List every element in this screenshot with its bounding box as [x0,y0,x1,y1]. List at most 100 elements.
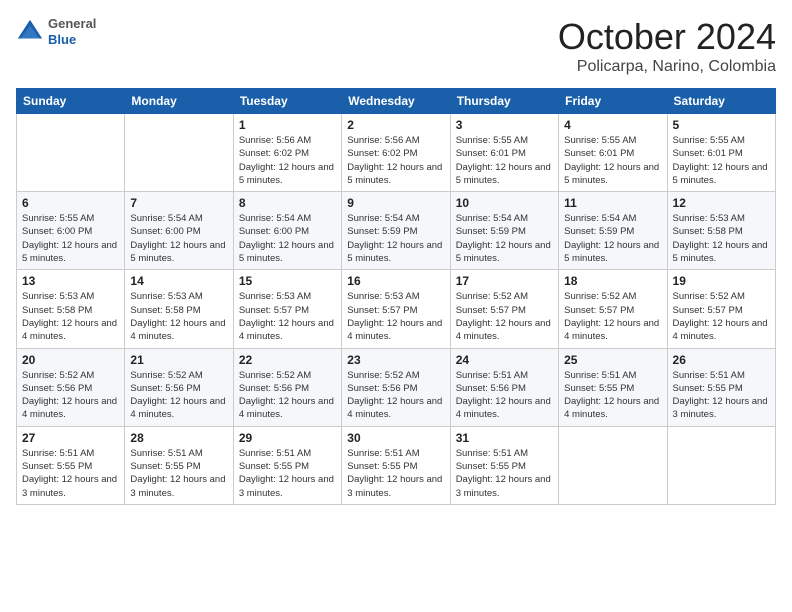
day-cell-3-0: 20 Sunrise: 5:52 AM Sunset: 5:56 PM Dayli… [17,348,125,426]
day-info: Sunrise: 5:54 AM Sunset: 6:00 PM Dayligh… [130,212,227,265]
day-number: 12 [673,196,770,210]
day-info: Sunrise: 5:51 AM Sunset: 5:55 PM Dayligh… [564,369,661,422]
day-cell-2-0: 13 Sunrise: 5:53 AM Sunset: 5:58 PM Dayli… [17,270,125,348]
day-info: Sunrise: 5:54 AM Sunset: 6:00 PM Dayligh… [239,212,336,265]
day-cell-4-4: 31Sunrise: 5:51 AM Sunset: 5:55 PM Dayli… [450,426,558,504]
day-cell-4-0: 27 Sunrise: 5:51 AM Sunset: 5:55 PM Dayli… [17,426,125,504]
day-cell-0-2: 1 Sunrise: 5:56 AM Sunset: 6:02 PM Daylig… [233,114,341,192]
week-row-5: 27 Sunrise: 5:51 AM Sunset: 5:55 PM Dayli… [17,426,776,504]
day-info: Sunrise: 5:53 AM Sunset: 5:58 PM Dayligh… [22,290,119,343]
day-cell-4-2: 29 Sunrise: 5:51 AM Sunset: 5:55 PM Dayli… [233,426,341,504]
day-cell-4-6 [667,426,775,504]
day-cell-1-1: 7 Sunrise: 5:54 AM Sunset: 6:00 PM Daylig… [125,192,233,270]
day-cell-2-2: 15 Sunrise: 5:53 AM Sunset: 5:57 PM Dayli… [233,270,341,348]
day-cell-2-4: 17 Sunrise: 5:52 AM Sunset: 5:57 PM Dayli… [450,270,558,348]
logo-icon [16,18,44,46]
day-number: 16 [347,274,444,288]
week-row-1: 1 Sunrise: 5:56 AM Sunset: 6:02 PM Daylig… [17,114,776,192]
logo-text: General Blue [48,16,96,47]
day-cell-0-5: 4Sunrise: 5:55 AM Sunset: 6:01 PM Daylig… [559,114,667,192]
day-info: Sunrise: 5:53 AM Sunset: 5:58 PM Dayligh… [130,290,227,343]
day-number: 1 [239,118,336,132]
day-number: 8 [239,196,336,210]
day-info: Sunrise: 5:53 AM Sunset: 5:57 PM Dayligh… [239,290,336,343]
day-number: 3 [456,118,553,132]
col-wednesday: Wednesday [342,89,450,114]
day-cell-3-2: 22 Sunrise: 5:52 AM Sunset: 5:56 PM Dayli… [233,348,341,426]
day-info: Sunrise: 5:51 AM Sunset: 5:55 PM Dayligh… [239,447,336,500]
location-title: Policarpa, Narino, Colombia [558,58,776,76]
day-info: Sunrise: 5:56 AM Sunset: 6:02 PM Dayligh… [347,134,444,187]
day-number: 19 [673,274,770,288]
day-info: Sunrise: 5:53 AM Sunset: 5:57 PM Dayligh… [347,290,444,343]
day-cell-1-3: 9 Sunrise: 5:54 AM Sunset: 5:59 PM Daylig… [342,192,450,270]
day-info: Sunrise: 5:55 AM Sunset: 6:00 PM Dayligh… [22,212,119,265]
day-cell-3-5: 25Sunrise: 5:51 AM Sunset: 5:55 PM Dayli… [559,348,667,426]
day-number: 26 [673,353,770,367]
day-info: Sunrise: 5:51 AM Sunset: 5:55 PM Dayligh… [130,447,227,500]
day-cell-4-5 [559,426,667,504]
day-cell-1-0: 6 Sunrise: 5:55 AM Sunset: 6:00 PM Daylig… [17,192,125,270]
day-info: Sunrise: 5:51 AM Sunset: 5:55 PM Dayligh… [347,447,444,500]
day-cell-2-3: 16 Sunrise: 5:53 AM Sunset: 5:57 PM Dayli… [342,270,450,348]
day-number: 20 [22,353,119,367]
day-number: 24 [456,353,553,367]
day-cell-3-3: 23Sunrise: 5:52 AM Sunset: 5:56 PM Dayli… [342,348,450,426]
day-cell-2-6: 19 Sunrise: 5:52 AM Sunset: 5:57 PM Dayli… [667,270,775,348]
calendar-table: Sunday Monday Tuesday Wednesday Thursday… [16,88,776,505]
day-number: 31 [456,431,553,445]
logo-blue: Blue [48,32,76,47]
day-cell-3-6: 26 Sunrise: 5:51 AM Sunset: 5:55 PM Dayli… [667,348,775,426]
day-number: 10 [456,196,553,210]
day-info: Sunrise: 5:55 AM Sunset: 6:01 PM Dayligh… [673,134,770,187]
day-number: 18 [564,274,661,288]
day-number: 2 [347,118,444,132]
day-info: Sunrise: 5:51 AM Sunset: 5:55 PM Dayligh… [22,447,119,500]
day-info: Sunrise: 5:52 AM Sunset: 5:56 PM Dayligh… [347,369,444,422]
day-number: 14 [130,274,227,288]
day-info: Sunrise: 5:52 AM Sunset: 5:56 PM Dayligh… [22,369,119,422]
day-info: Sunrise: 5:54 AM Sunset: 5:59 PM Dayligh… [564,212,661,265]
day-cell-0-6: 5 Sunrise: 5:55 AM Sunset: 6:01 PM Daylig… [667,114,775,192]
day-info: Sunrise: 5:54 AM Sunset: 5:59 PM Dayligh… [347,212,444,265]
day-cell-3-1: 21 Sunrise: 5:52 AM Sunset: 5:56 PM Dayli… [125,348,233,426]
calendar-header-row: Sunday Monday Tuesday Wednesday Thursday… [17,89,776,114]
col-tuesday: Tuesday [233,89,341,114]
day-info: Sunrise: 5:56 AM Sunset: 6:02 PM Dayligh… [239,134,336,187]
page-header: General Blue October 2024 Policarpa, Nar… [16,16,776,76]
day-info: Sunrise: 5:52 AM Sunset: 5:57 PM Dayligh… [456,290,553,343]
day-info: Sunrise: 5:52 AM Sunset: 5:57 PM Dayligh… [673,290,770,343]
day-info: Sunrise: 5:51 AM Sunset: 5:56 PM Dayligh… [456,369,553,422]
day-number: 9 [347,196,444,210]
day-number: 5 [673,118,770,132]
day-cell-2-1: 14 Sunrise: 5:53 AM Sunset: 5:58 PM Dayli… [125,270,233,348]
day-number: 21 [130,353,227,367]
day-cell-1-4: 10Sunrise: 5:54 AM Sunset: 5:59 PM Dayli… [450,192,558,270]
day-number: 7 [130,196,227,210]
day-number: 15 [239,274,336,288]
day-cell-3-4: 24 Sunrise: 5:51 AM Sunset: 5:56 PM Dayli… [450,348,558,426]
week-row-2: 6 Sunrise: 5:55 AM Sunset: 6:00 PM Daylig… [17,192,776,270]
day-cell-0-4: 3Sunrise: 5:55 AM Sunset: 6:01 PM Daylig… [450,114,558,192]
col-saturday: Saturday [667,89,775,114]
day-number: 11 [564,196,661,210]
day-number: 27 [22,431,119,445]
day-number: 22 [239,353,336,367]
day-number: 29 [239,431,336,445]
month-title: October 2024 [558,16,776,58]
day-info: Sunrise: 5:52 AM Sunset: 5:56 PM Dayligh… [130,369,227,422]
day-info: Sunrise: 5:51 AM Sunset: 5:55 PM Dayligh… [673,369,770,422]
day-number: 17 [456,274,553,288]
title-block: October 2024 Policarpa, Narino, Colombia [558,16,776,76]
day-info: Sunrise: 5:53 AM Sunset: 5:58 PM Dayligh… [673,212,770,265]
logo-general: General [48,16,96,31]
day-cell-1-5: 11 Sunrise: 5:54 AM Sunset: 5:59 PM Dayli… [559,192,667,270]
day-number: 4 [564,118,661,132]
day-cell-1-6: 12 Sunrise: 5:53 AM Sunset: 5:58 PM Dayli… [667,192,775,270]
col-monday: Monday [125,89,233,114]
day-cell-4-3: 30Sunrise: 5:51 AM Sunset: 5:55 PM Dayli… [342,426,450,504]
col-friday: Friday [559,89,667,114]
day-number: 13 [22,274,119,288]
day-info: Sunrise: 5:52 AM Sunset: 5:56 PM Dayligh… [239,369,336,422]
day-number: 6 [22,196,119,210]
